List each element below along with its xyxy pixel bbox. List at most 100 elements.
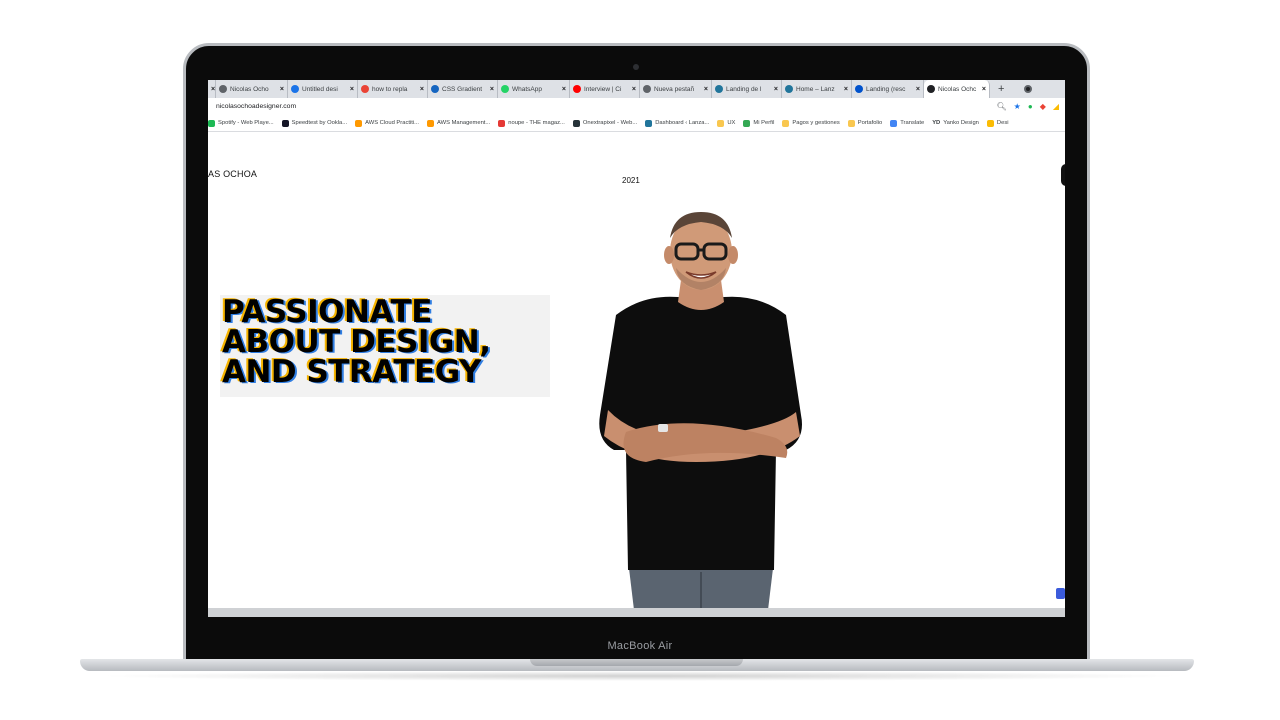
tab-title: Untitled desi bbox=[302, 85, 338, 93]
bookmark-item[interactable]: Desi bbox=[986, 119, 1009, 127]
bookmark-label: Onextrapixel - Web... bbox=[582, 120, 638, 126]
bookmark-label: Mi Perfil bbox=[753, 120, 775, 126]
tab-title: how to repla bbox=[372, 85, 408, 93]
headline-line: ABOUT DESIGN, bbox=[222, 324, 491, 360]
bookmark-favicon-icon bbox=[572, 119, 580, 127]
tab-title: Nicolas Ochc bbox=[938, 85, 977, 93]
browser-tab[interactable]: Landing de l × bbox=[712, 80, 782, 98]
headline-line: AND STRATEGY bbox=[222, 354, 481, 390]
tab-overflow-edge[interactable]: × bbox=[208, 80, 216, 98]
close-icon[interactable]: × bbox=[420, 86, 424, 93]
bookmark-item[interactable]: AWS Cloud Practiti... bbox=[355, 119, 419, 127]
person-icon bbox=[927, 85, 935, 93]
youtube-icon bbox=[573, 85, 581, 93]
browser-tab[interactable]: Home – Lanz × bbox=[782, 80, 852, 98]
hero-portrait-image bbox=[599, 212, 802, 610]
close-icon[interactable]: × bbox=[490, 86, 494, 93]
bookmark-item[interactable]: Pagos y gestiones bbox=[782, 119, 840, 127]
side-menu-toggle[interactable] bbox=[1061, 164, 1065, 186]
hero-headline: PASSIONATE ABOUT DESIGN, AND STRATEGY bbox=[222, 297, 491, 390]
close-icon[interactable]: × bbox=[982, 86, 986, 93]
bookmark-item[interactable]: Onextrapixel - Web... bbox=[572, 119, 638, 127]
tab-title: Home – Lanz bbox=[796, 85, 835, 93]
canva-icon bbox=[291, 85, 299, 93]
chat-widget-button[interactable] bbox=[1056, 588, 1065, 599]
bookmark-favicon-icon bbox=[847, 119, 855, 127]
google-icon bbox=[361, 85, 369, 93]
browser-tab[interactable]: Nicolas Ochc × bbox=[924, 80, 990, 98]
tab-list: Nicolas Ocho × Untitled desi × how to repla ×… bbox=[216, 80, 990, 98]
bookmarks-bar: Spotify - Web Playe... Speedtest by Ookla… bbox=[208, 115, 1065, 132]
bookmark-label: Pagos y gestiones bbox=[792, 120, 840, 126]
close-icon[interactable]: × bbox=[916, 86, 920, 93]
close-icon[interactable]: × bbox=[211, 86, 215, 93]
bookmark-star-icon[interactable]: ★ bbox=[1014, 102, 1021, 111]
url-text[interactable]: nicolasochoadesigner.com bbox=[216, 103, 296, 110]
address-bar[interactable]: nicolasochoadesigner.com 🔍︎ ★ ● ◆ ◢ bbox=[208, 98, 1065, 115]
site-logo[interactable]: AS OCHOA bbox=[208, 169, 257, 179]
bookmark-favicon-icon bbox=[355, 119, 363, 127]
tab-title: WhatsApp bbox=[512, 85, 542, 93]
close-icon[interactable]: × bbox=[350, 86, 354, 93]
bookmark-favicon-icon bbox=[890, 119, 898, 127]
bookmark-label: Yanko Design bbox=[943, 120, 979, 126]
laptop-model-label: MacBook Air bbox=[607, 640, 673, 652]
chrome-icon bbox=[643, 85, 651, 93]
bookmark-item[interactable]: Mi Perfil bbox=[743, 119, 775, 127]
extension-green-icon[interactable]: ● bbox=[1028, 102, 1033, 111]
wordpress-icon bbox=[219, 85, 227, 93]
bookmark-item[interactable]: UX bbox=[717, 119, 735, 127]
close-icon[interactable]: × bbox=[844, 86, 848, 93]
laptop-opening-notch bbox=[530, 659, 743, 666]
zoom-search-icon[interactable]: 🔍︎ bbox=[997, 102, 1007, 111]
browser-tab[interactable]: Nicolas Ocho × bbox=[216, 80, 288, 98]
browser-tab-strip: × Nicolas Ocho × Untitled desi × how to repl… bbox=[208, 80, 1065, 98]
bookmark-label: noupe - THE magaz... bbox=[508, 120, 565, 126]
bookmark-item[interactable]: Speedtest by Ookla... bbox=[281, 119, 348, 127]
close-icon[interactable]: × bbox=[774, 86, 778, 93]
horizontal-scrollbar[interactable] bbox=[208, 608, 1065, 617]
close-icon[interactable]: × bbox=[562, 86, 566, 93]
tab-title: Landing (resc bbox=[866, 85, 906, 93]
bookmark-favicon-icon bbox=[782, 119, 790, 127]
bookmark-label: AWS Cloud Practiti... bbox=[365, 120, 419, 126]
close-icon[interactable]: × bbox=[632, 86, 636, 93]
extension-colorful-icon[interactable]: ◢ bbox=[1053, 102, 1059, 111]
bookmark-label: Desi bbox=[996, 120, 1009, 126]
bookmark-item[interactable]: AWS Management... bbox=[426, 119, 491, 127]
bookmark-item[interactable]: Portafolio bbox=[847, 119, 882, 127]
bookmark-item[interactable]: noupe - THE magaz... bbox=[498, 119, 565, 127]
laptop-screen: × Nicolas Ocho × Untitled desi × how to repl… bbox=[208, 80, 1065, 617]
browser-tab[interactable]: Interview | Ci × bbox=[570, 80, 640, 98]
bookmark-favicon-icon bbox=[498, 119, 506, 127]
css-gradient-icon bbox=[431, 85, 439, 93]
browser-tab[interactable]: Landing (resc × bbox=[852, 80, 924, 98]
bookmark-favicon-icon bbox=[645, 119, 653, 127]
bookmark-label: AWS Management... bbox=[436, 120, 491, 126]
wordpress-icon bbox=[715, 85, 723, 93]
browser-tab[interactable]: how to repla × bbox=[358, 80, 428, 98]
bookmark-item[interactable]: YD Yanko Design bbox=[932, 120, 979, 126]
extension-orange-icon[interactable]: ◆ bbox=[1040, 102, 1046, 111]
browser-tab[interactable]: Untitled desi × bbox=[288, 80, 358, 98]
tab-title: Nicolas Ocho bbox=[230, 85, 269, 93]
browser-tab[interactable]: WhatsApp × bbox=[498, 80, 570, 98]
browser-tab[interactable]: CSS Gradient × bbox=[428, 80, 498, 98]
bookmark-favicon-icon bbox=[743, 119, 751, 127]
bookmark-label: Speedtest by Ookla... bbox=[291, 120, 348, 126]
browser-tab[interactable]: Nueva pestañ × bbox=[640, 80, 712, 98]
bookmark-favicon-icon: YD bbox=[932, 120, 941, 126]
bookmark-label: Translate bbox=[900, 120, 925, 126]
new-tab-button[interactable]: + bbox=[990, 83, 1012, 95]
close-icon[interactable]: × bbox=[280, 86, 284, 93]
bookmark-item[interactable]: Dashboard ‹ Lanza... bbox=[645, 119, 709, 127]
browser-profile-icon[interactable] bbox=[1024, 85, 1033, 93]
bookmark-favicon-icon bbox=[986, 119, 994, 127]
bookmark-item[interactable]: Translate bbox=[890, 119, 925, 127]
close-icon[interactable]: × bbox=[704, 86, 708, 93]
address-bar-actions: 🔍︎ ★ ● ◆ ◢ bbox=[997, 102, 1059, 111]
webcam-icon bbox=[633, 64, 639, 70]
laptop-shadow bbox=[95, 671, 1185, 681]
bookmark-favicon-icon bbox=[281, 119, 289, 127]
bookmark-item[interactable]: Spotify - Web Playe... bbox=[208, 119, 274, 127]
